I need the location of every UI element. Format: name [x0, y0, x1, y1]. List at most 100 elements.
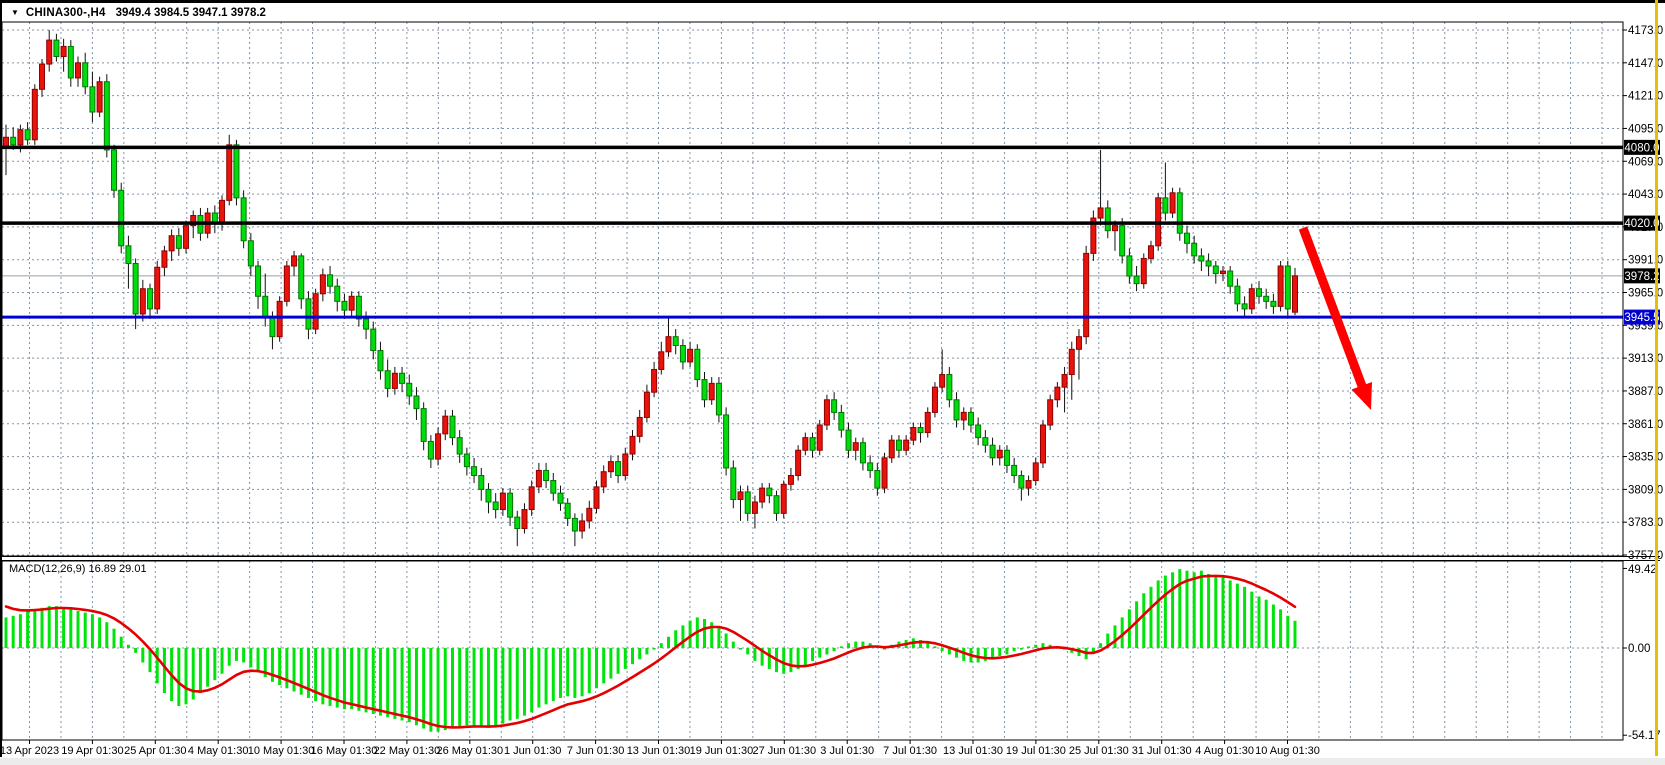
macd-bar	[379, 648, 382, 716]
candle-down	[1206, 261, 1211, 266]
candle-up	[803, 438, 808, 451]
macd-bar	[1200, 571, 1203, 648]
candle-up	[320, 275, 325, 294]
candle-up	[184, 226, 189, 249]
candle-down	[104, 82, 109, 150]
macd-bar	[1221, 577, 1224, 648]
main-chart-area[interactable]	[2, 22, 1623, 556]
price-chart-canvas[interactable]: 4173.04147.04121.04095.04069.04043.04017…	[0, 0, 1665, 765]
candle-down	[486, 489, 491, 502]
candle-up	[522, 510, 527, 529]
time-axis-label: 25 Apr 01:30	[124, 745, 186, 757]
macd-bar	[523, 648, 526, 716]
candle-down	[263, 296, 268, 317]
candle-up	[76, 63, 81, 78]
macd-bar	[1257, 596, 1260, 648]
candle-down	[414, 396, 419, 409]
candle-down	[1177, 193, 1182, 233]
candle-down	[176, 236, 181, 249]
candle-down	[371, 329, 376, 350]
time-axis-label: 7 Jul 01:30	[883, 745, 937, 757]
candle-down	[558, 493, 563, 503]
macd-bar	[221, 648, 224, 674]
candle-down	[947, 375, 952, 400]
candle-up	[140, 289, 145, 314]
macd-bar	[653, 648, 656, 650]
candle-down	[335, 286, 340, 301]
macd-bar	[1272, 605, 1275, 648]
candle-down	[385, 371, 390, 389]
candle-up	[1112, 226, 1117, 231]
candle-down	[1271, 301, 1276, 306]
candle-up	[292, 256, 297, 266]
candle-down	[680, 346, 685, 362]
candle-down	[342, 301, 347, 310]
time-axis-label: 13 Jun 01:30	[627, 745, 691, 757]
macd-axis-label: 49.42	[1628, 564, 1657, 576]
macd-bar	[185, 648, 188, 704]
macd-bar	[69, 609, 72, 648]
candle-up	[796, 450, 801, 475]
candle-up	[659, 352, 664, 370]
candle-down	[868, 463, 873, 471]
macd-bar	[163, 648, 166, 693]
macd-bar	[437, 648, 440, 732]
candle-down	[724, 415, 729, 468]
candle-up	[162, 251, 167, 267]
candle-down	[616, 462, 621, 476]
candle-down	[328, 275, 333, 286]
candle-up	[587, 508, 592, 521]
candle-up	[1141, 258, 1146, 283]
candle-up	[853, 443, 858, 451]
time-axis-label: 19 Apr 01:30	[61, 745, 123, 757]
macd-bar	[415, 648, 418, 725]
candle-up	[1278, 266, 1283, 306]
candle-up	[313, 294, 318, 329]
time-axis[interactable]: 13 Apr 202319 Apr 01:3025 Apr 01:304 May…	[0, 740, 1320, 757]
candle-down	[702, 380, 707, 400]
candle-down	[378, 351, 383, 371]
right-edge-highlight-strip	[1655, 0, 1658, 756]
candle-down	[234, 145, 239, 198]
candle-down	[896, 440, 901, 450]
macd-bar	[617, 648, 620, 674]
macd-bar	[249, 648, 252, 667]
candle-down	[673, 337, 678, 346]
macd-bar	[1250, 592, 1253, 648]
macd-bar	[782, 648, 785, 674]
macd-bar	[573, 648, 576, 698]
macd-bar	[847, 643, 850, 648]
macd-bar	[1164, 576, 1167, 648]
macd-bar	[1279, 609, 1282, 648]
candle-down	[1242, 304, 1247, 309]
candle-down	[306, 299, 311, 329]
macd-bar	[1005, 648, 1008, 654]
candle-up	[1293, 276, 1298, 312]
candle-down	[400, 373, 405, 383]
macd-bar	[1243, 587, 1246, 648]
macd-bar	[401, 648, 404, 720]
macd-bar	[1178, 569, 1181, 648]
candle-down	[572, 518, 577, 531]
time-axis-label: 16 May 01:30	[311, 745, 378, 757]
macd-bar	[278, 648, 281, 685]
time-axis-label: 3 Jul 01:30	[820, 745, 874, 757]
time-axis-label: 19 Jun 01:30	[690, 745, 754, 757]
macd-indicator-label: MACD(12,26,9) 16.89 29.01	[9, 563, 147, 575]
candle-down	[544, 470, 549, 480]
candle-down	[25, 130, 30, 140]
macd-bar	[494, 648, 497, 725]
candle-up	[911, 428, 916, 441]
candle-up	[623, 454, 628, 475]
candle-up	[529, 487, 534, 510]
candle-down	[270, 318, 275, 337]
macd-bar	[1193, 572, 1196, 648]
candle-down	[1213, 266, 1218, 274]
macd-bar	[451, 648, 454, 729]
candle-down	[846, 430, 851, 450]
macd-bar	[141, 648, 144, 662]
macd-bar	[206, 648, 209, 687]
candle-up	[443, 416, 448, 434]
candle-down	[421, 409, 426, 442]
time-axis-label: 7 Jun 01:30	[567, 745, 625, 757]
